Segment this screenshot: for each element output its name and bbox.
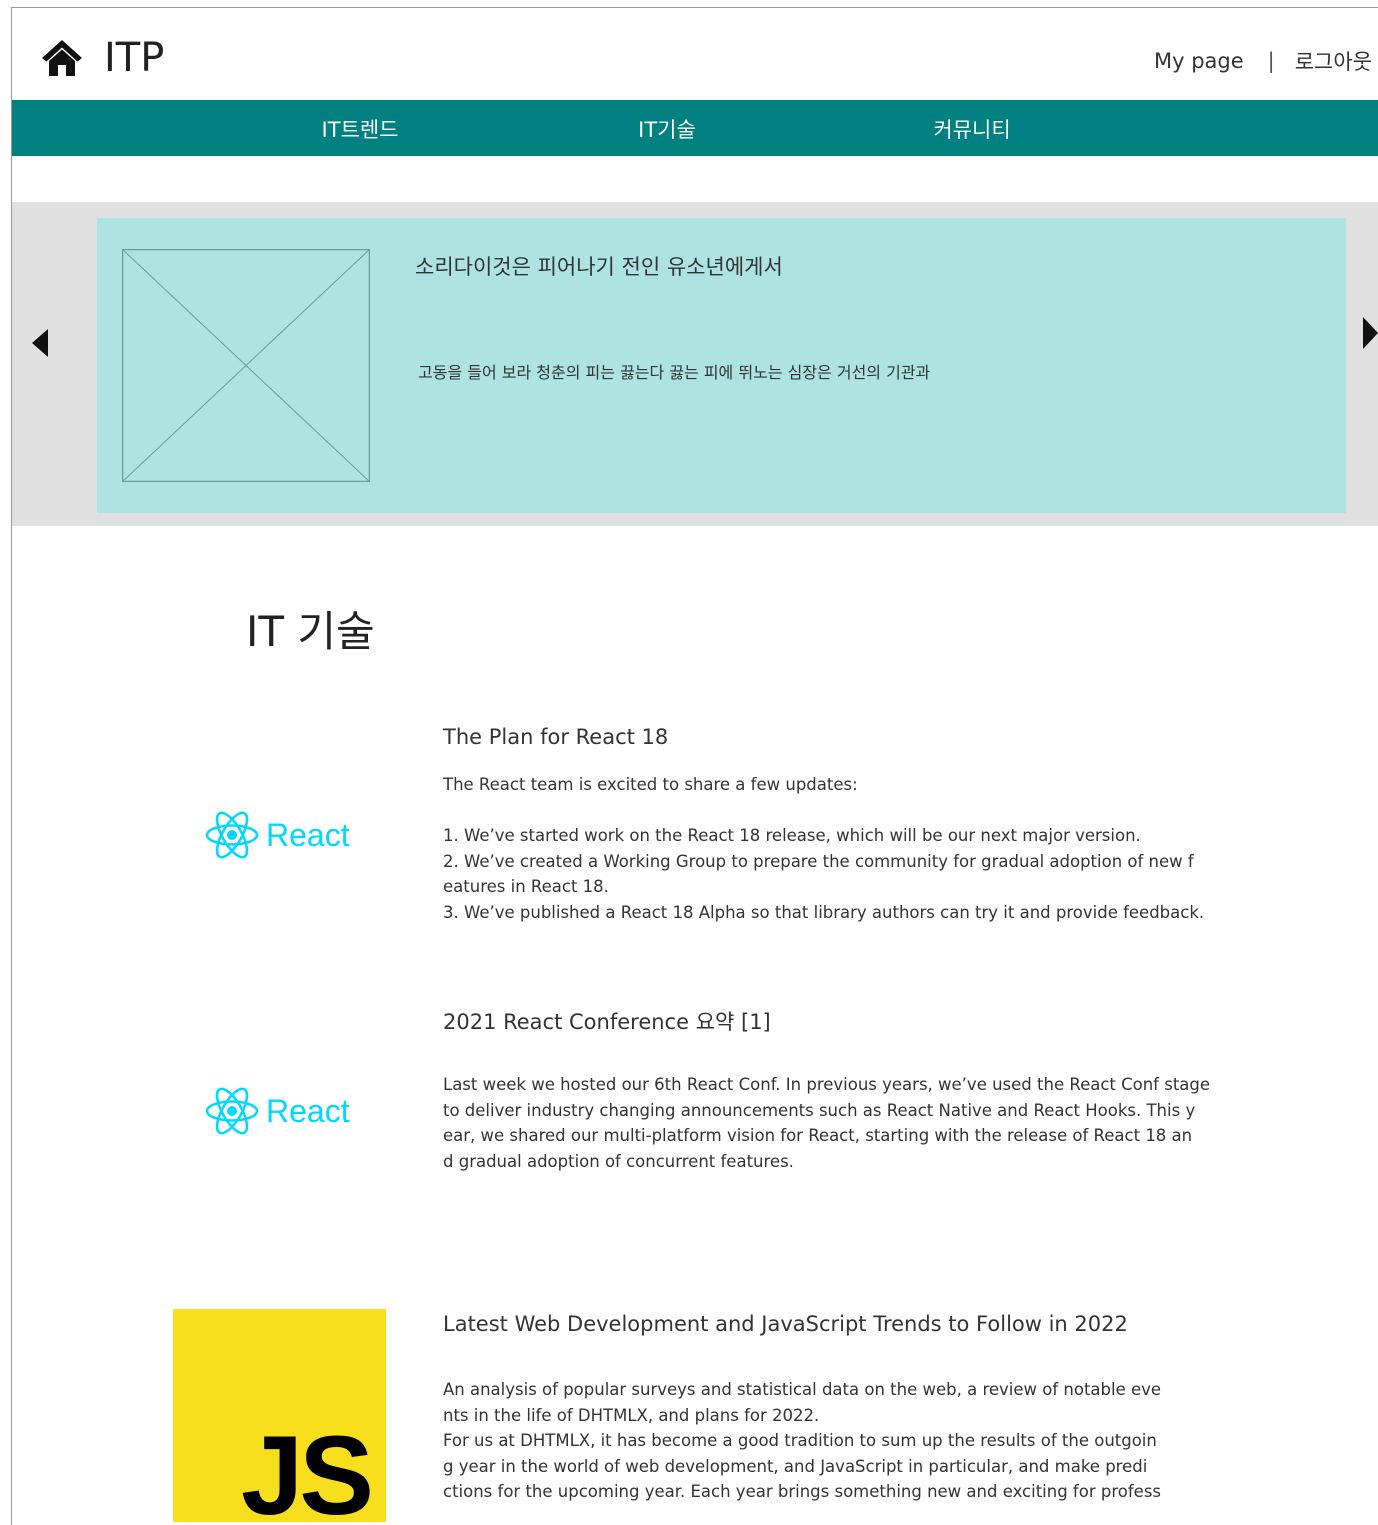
caret-left-icon[interactable] bbox=[30, 328, 50, 358]
article-line: d gradual adoption of concurrent feature… bbox=[443, 1151, 794, 1171]
article-line: ear, we shared our multi-platform vision… bbox=[443, 1126, 1193, 1145]
nav-item-it-trend[interactable]: IT트렌드 bbox=[322, 114, 399, 144]
logo-text: ITP bbox=[104, 35, 165, 81]
article-line: An analysis of popular surveys and stati… bbox=[443, 1380, 1162, 1399]
user-links: My page | 로그아웃 bbox=[1154, 46, 1372, 76]
main-nav: IT트렌드 IT기술 커뮤니티 bbox=[12, 100, 1378, 156]
caret-right-icon[interactable] bbox=[1362, 316, 1378, 350]
home-logo-link[interactable]: ITP bbox=[40, 30, 164, 86]
article-line: eatures in React 18. bbox=[443, 877, 609, 896]
article-line: Last week we hosted our 6th React Conf. … bbox=[443, 1075, 1211, 1094]
article-line: nts in the life of DHTMLX, and plans for… bbox=[443, 1405, 820, 1425]
react-logo-text: React bbox=[266, 1092, 350, 1129]
my-page-link[interactable]: My page bbox=[1154, 49, 1244, 73]
react-logo[interactable]: React bbox=[204, 808, 350, 862]
section-title: IT 기술 bbox=[246, 607, 375, 656]
article-line: The React team is excited to share a few… bbox=[443, 775, 858, 794]
article-line: For us at DHTMLX, it has become a good t… bbox=[443, 1431, 1157, 1450]
image-placeholder bbox=[122, 249, 370, 482]
article-body: The React team is excited to share a few… bbox=[443, 772, 1223, 925]
banner-title: 소리다이것은 피어나기 전인 유소년에게서 bbox=[415, 255, 783, 279]
article-line: g year in the world of web development, … bbox=[443, 1456, 1148, 1476]
banner-text: 고동을 들어 보라 청춘의 피는 끓는다 끓는 피에 뛰노는 심장은 거선의 기… bbox=[418, 363, 931, 382]
article-line: to deliver industry changing announcemen… bbox=[443, 1100, 1196, 1120]
home-icon bbox=[42, 40, 82, 76]
article-body: An analysis of popular surveys and stati… bbox=[443, 1377, 1223, 1505]
react-atom-icon bbox=[205, 811, 259, 859]
article-line bbox=[443, 798, 1223, 824]
article-line: 2. We’ve created a Working Group to prep… bbox=[443, 851, 1194, 871]
header: ITP My page | 로그아웃 bbox=[12, 8, 1378, 100]
js-logo-text: JS bbox=[241, 1413, 374, 1522]
article-line: ctions for the upcoming year. Each year … bbox=[443, 1482, 1162, 1501]
nav-item-it-tech[interactable]: IT기술 bbox=[638, 114, 696, 144]
react-atom-icon bbox=[205, 1087, 259, 1135]
react-logo[interactable]: React bbox=[204, 1084, 350, 1138]
javascript-logo[interactable]: JS bbox=[173, 1309, 386, 1522]
article-line: 1. We’ve started work on the React 18 re… bbox=[443, 826, 1141, 845]
article-title[interactable]: Latest Web Development and JavaScript Tr… bbox=[443, 1312, 1128, 1336]
article-title[interactable]: 2021 React Conference 요약 [1] bbox=[443, 1006, 771, 1036]
react-logo-text: React bbox=[266, 816, 350, 853]
banner-carousel: 소리다이것은 피어나기 전인 유소년에게서 고동을 들어 보라 청춘의 피는 끓… bbox=[12, 202, 1378, 526]
separator: | bbox=[1267, 49, 1275, 73]
logout-link[interactable]: 로그아웃 bbox=[1295, 46, 1372, 76]
nav-item-community[interactable]: 커뮤니티 bbox=[933, 114, 1010, 144]
article-line: 3. We’ve published a React 18 Alpha so t… bbox=[443, 902, 1205, 922]
banner-slide[interactable]: 소리다이것은 피어나기 전인 유소년에게서 고동을 들어 보라 청춘의 피는 끓… bbox=[97, 218, 1346, 513]
article-title[interactable]: The Plan for React 18 bbox=[443, 725, 668, 749]
article-body: Last week we hosted our 6th React Conf. … bbox=[443, 1072, 1223, 1174]
